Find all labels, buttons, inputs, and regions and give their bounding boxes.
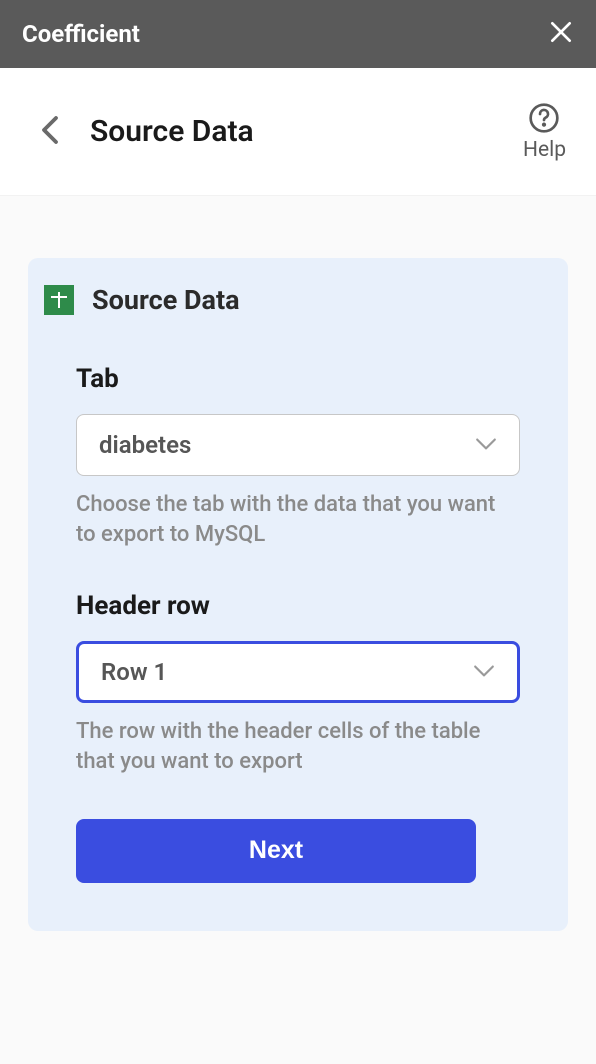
page-header: Source Data Help [0, 68, 596, 196]
chevron-down-icon [475, 436, 497, 455]
page-title: Source Data [90, 114, 523, 149]
header-row-select-value: Row 1 [101, 658, 167, 686]
tab-select-value: diabetes [99, 431, 191, 459]
next-button-label: Next [249, 836, 303, 865]
header-row-select[interactable]: Row 1 [76, 641, 520, 703]
tab-label: Tab [76, 364, 520, 394]
titlebar: Coefficient [0, 0, 596, 68]
card-title: Source Data [92, 284, 240, 316]
back-icon[interactable] [40, 115, 60, 149]
help-button[interactable]: Help [523, 102, 566, 162]
body-area: Source Data Tab diabetes Choose the tab … [0, 196, 596, 1064]
header-row-label: Header row [76, 591, 520, 621]
tab-select[interactable]: diabetes [76, 414, 520, 476]
tab-helper-text: Choose the tab with the data that you wa… [76, 490, 520, 549]
header-row-helper-text: The row with the header cells of the tab… [76, 717, 520, 776]
close-icon[interactable] [548, 19, 574, 49]
app-title: Coefficient [22, 20, 140, 48]
help-label: Help [523, 138, 566, 162]
chevron-down-icon [473, 663, 495, 682]
next-button[interactable]: Next [76, 819, 476, 883]
source-data-card: Source Data Tab diabetes Choose the tab … [28, 258, 568, 931]
help-icon [528, 102, 560, 134]
sheet-icon [44, 285, 74, 315]
card-header: Source Data [44, 284, 520, 316]
